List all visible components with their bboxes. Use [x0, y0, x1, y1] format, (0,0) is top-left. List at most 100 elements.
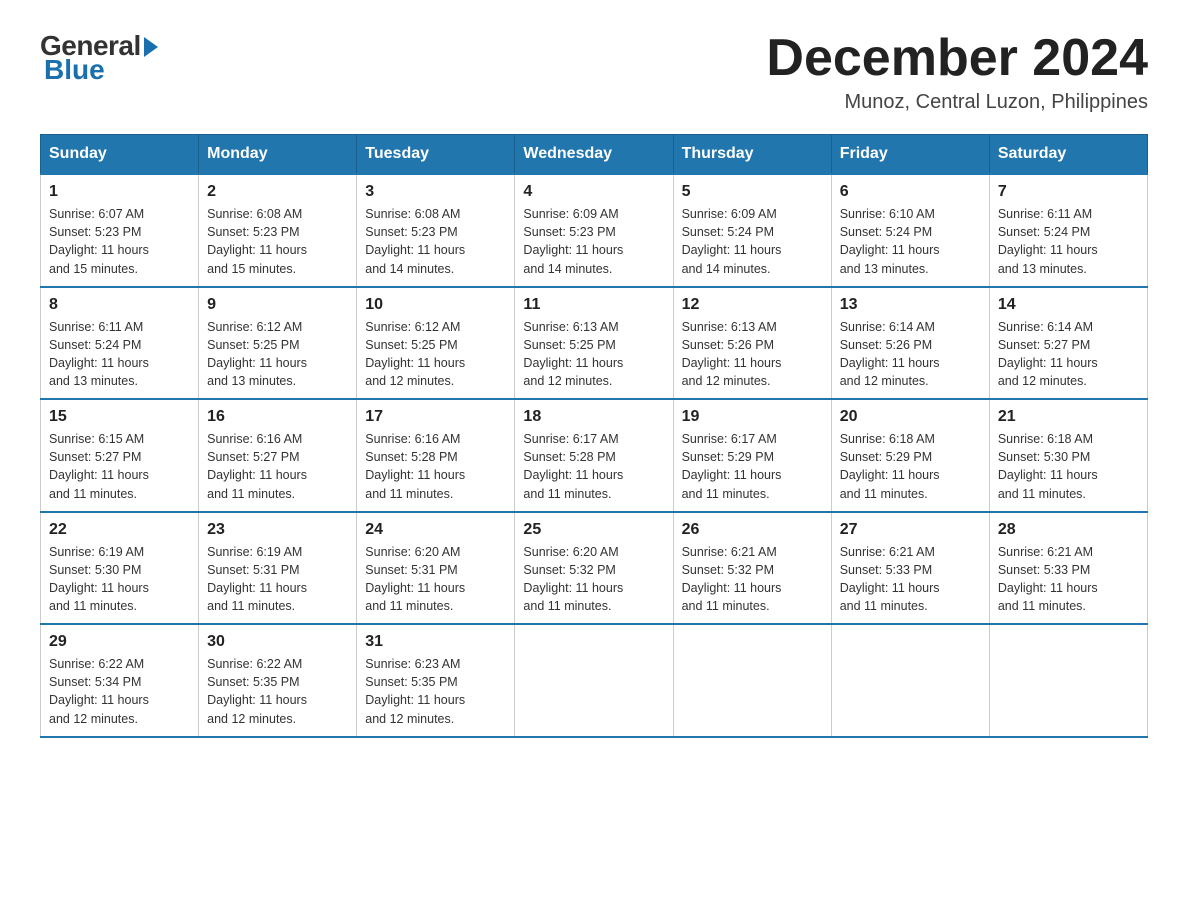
- day-number: 19: [682, 408, 823, 426]
- calendar-week-3: 15 Sunrise: 6:15 AMSunset: 5:27 PMDaylig…: [41, 399, 1148, 512]
- header-friday: Friday: [831, 135, 989, 175]
- logo-triangle-icon: [144, 37, 158, 57]
- day-number: 6: [840, 183, 981, 201]
- day-info: Sunrise: 6:09 AMSunset: 5:24 PMDaylight:…: [682, 205, 823, 278]
- calendar-cell: [673, 624, 831, 737]
- day-number: 26: [682, 521, 823, 539]
- calendar-header-row: SundayMondayTuesdayWednesdayThursdayFrid…: [41, 135, 1148, 175]
- calendar-cell: 4 Sunrise: 6:09 AMSunset: 5:23 PMDayligh…: [515, 174, 673, 287]
- day-number: 15: [49, 408, 190, 426]
- day-info: Sunrise: 6:19 AMSunset: 5:30 PMDaylight:…: [49, 543, 190, 616]
- day-info: Sunrise: 6:12 AMSunset: 5:25 PMDaylight:…: [207, 318, 348, 391]
- day-number: 4: [523, 183, 664, 201]
- day-info: Sunrise: 6:11 AMSunset: 5:24 PMDaylight:…: [998, 205, 1139, 278]
- calendar-cell: 13 Sunrise: 6:14 AMSunset: 5:26 PMDaylig…: [831, 287, 989, 400]
- day-number: 1: [49, 183, 190, 201]
- calendar-cell: 24 Sunrise: 6:20 AMSunset: 5:31 PMDaylig…: [357, 512, 515, 625]
- calendar-cell: 6 Sunrise: 6:10 AMSunset: 5:24 PMDayligh…: [831, 174, 989, 287]
- day-number: 16: [207, 408, 348, 426]
- calendar-cell: 19 Sunrise: 6:17 AMSunset: 5:29 PMDaylig…: [673, 399, 831, 512]
- day-info: Sunrise: 6:23 AMSunset: 5:35 PMDaylight:…: [365, 655, 506, 728]
- day-number: 5: [682, 183, 823, 201]
- calendar-cell: 2 Sunrise: 6:08 AMSunset: 5:23 PMDayligh…: [199, 174, 357, 287]
- header-wednesday: Wednesday: [515, 135, 673, 175]
- calendar-cell: [989, 624, 1147, 737]
- calendar-cell: 14 Sunrise: 6:14 AMSunset: 5:27 PMDaylig…: [989, 287, 1147, 400]
- calendar-week-2: 8 Sunrise: 6:11 AMSunset: 5:24 PMDayligh…: [41, 287, 1148, 400]
- day-info: Sunrise: 6:21 AMSunset: 5:33 PMDaylight:…: [840, 543, 981, 616]
- day-info: Sunrise: 6:10 AMSunset: 5:24 PMDaylight:…: [840, 205, 981, 278]
- day-number: 25: [523, 521, 664, 539]
- day-number: 7: [998, 183, 1139, 201]
- day-info: Sunrise: 6:18 AMSunset: 5:30 PMDaylight:…: [998, 430, 1139, 503]
- calendar-cell: 26 Sunrise: 6:21 AMSunset: 5:32 PMDaylig…: [673, 512, 831, 625]
- day-number: 17: [365, 408, 506, 426]
- day-number: 9: [207, 296, 348, 314]
- day-info: Sunrise: 6:14 AMSunset: 5:27 PMDaylight:…: [998, 318, 1139, 391]
- day-number: 24: [365, 521, 506, 539]
- day-number: 21: [998, 408, 1139, 426]
- day-info: Sunrise: 6:14 AMSunset: 5:26 PMDaylight:…: [840, 318, 981, 391]
- calendar-cell: 5 Sunrise: 6:09 AMSunset: 5:24 PMDayligh…: [673, 174, 831, 287]
- day-number: 2: [207, 183, 348, 201]
- calendar-cell: 12 Sunrise: 6:13 AMSunset: 5:26 PMDaylig…: [673, 287, 831, 400]
- calendar-body: 1 Sunrise: 6:07 AMSunset: 5:23 PMDayligh…: [41, 174, 1148, 737]
- day-info: Sunrise: 6:07 AMSunset: 5:23 PMDaylight:…: [49, 205, 190, 278]
- calendar-cell: 7 Sunrise: 6:11 AMSunset: 5:24 PMDayligh…: [989, 174, 1147, 287]
- header-saturday: Saturday: [989, 135, 1147, 175]
- day-number: 13: [840, 296, 981, 314]
- calendar-cell: 25 Sunrise: 6:20 AMSunset: 5:32 PMDaylig…: [515, 512, 673, 625]
- header-sunday: Sunday: [41, 135, 199, 175]
- calendar-cell: 18 Sunrise: 6:17 AMSunset: 5:28 PMDaylig…: [515, 399, 673, 512]
- calendar-cell: 30 Sunrise: 6:22 AMSunset: 5:35 PMDaylig…: [199, 624, 357, 737]
- calendar-week-4: 22 Sunrise: 6:19 AMSunset: 5:30 PMDaylig…: [41, 512, 1148, 625]
- location-subtitle: Munoz, Central Luzon, Philippines: [766, 91, 1148, 114]
- calendar-table: SundayMondayTuesdayWednesdayThursdayFrid…: [40, 134, 1148, 738]
- calendar-cell: 17 Sunrise: 6:16 AMSunset: 5:28 PMDaylig…: [357, 399, 515, 512]
- day-info: Sunrise: 6:22 AMSunset: 5:34 PMDaylight:…: [49, 655, 190, 728]
- header-tuesday: Tuesday: [357, 135, 515, 175]
- day-info: Sunrise: 6:17 AMSunset: 5:29 PMDaylight:…: [682, 430, 823, 503]
- day-number: 29: [49, 633, 190, 651]
- day-number: 28: [998, 521, 1139, 539]
- day-info: Sunrise: 6:13 AMSunset: 5:26 PMDaylight:…: [682, 318, 823, 391]
- day-info: Sunrise: 6:11 AMSunset: 5:24 PMDaylight:…: [49, 318, 190, 391]
- calendar-cell: 27 Sunrise: 6:21 AMSunset: 5:33 PMDaylig…: [831, 512, 989, 625]
- header-monday: Monday: [199, 135, 357, 175]
- calendar-cell: 23 Sunrise: 6:19 AMSunset: 5:31 PMDaylig…: [199, 512, 357, 625]
- calendar-cell: [515, 624, 673, 737]
- day-number: 18: [523, 408, 664, 426]
- calendar-week-1: 1 Sunrise: 6:07 AMSunset: 5:23 PMDayligh…: [41, 174, 1148, 287]
- calendar-cell: 9 Sunrise: 6:12 AMSunset: 5:25 PMDayligh…: [199, 287, 357, 400]
- logo: General Blue: [40, 30, 158, 86]
- calendar-cell: 31 Sunrise: 6:23 AMSunset: 5:35 PMDaylig…: [357, 624, 515, 737]
- day-info: Sunrise: 6:19 AMSunset: 5:31 PMDaylight:…: [207, 543, 348, 616]
- day-number: 22: [49, 521, 190, 539]
- day-info: Sunrise: 6:21 AMSunset: 5:32 PMDaylight:…: [682, 543, 823, 616]
- day-number: 3: [365, 183, 506, 201]
- day-info: Sunrise: 6:13 AMSunset: 5:25 PMDaylight:…: [523, 318, 664, 391]
- calendar-cell: 22 Sunrise: 6:19 AMSunset: 5:30 PMDaylig…: [41, 512, 199, 625]
- calendar-cell: 16 Sunrise: 6:16 AMSunset: 5:27 PMDaylig…: [199, 399, 357, 512]
- calendar-week-5: 29 Sunrise: 6:22 AMSunset: 5:34 PMDaylig…: [41, 624, 1148, 737]
- logo-blue-text: Blue: [44, 54, 105, 86]
- calendar-cell: 10 Sunrise: 6:12 AMSunset: 5:25 PMDaylig…: [357, 287, 515, 400]
- title-area: December 2024 Munoz, Central Luzon, Phil…: [766, 30, 1148, 114]
- calendar-cell: [831, 624, 989, 737]
- calendar-cell: 11 Sunrise: 6:13 AMSunset: 5:25 PMDaylig…: [515, 287, 673, 400]
- day-info: Sunrise: 6:16 AMSunset: 5:27 PMDaylight:…: [207, 430, 348, 503]
- page-header: General Blue December 2024 Munoz, Centra…: [40, 30, 1148, 114]
- day-number: 20: [840, 408, 981, 426]
- day-info: Sunrise: 6:20 AMSunset: 5:31 PMDaylight:…: [365, 543, 506, 616]
- month-title: December 2024: [766, 30, 1148, 87]
- calendar-cell: 20 Sunrise: 6:18 AMSunset: 5:29 PMDaylig…: [831, 399, 989, 512]
- day-number: 10: [365, 296, 506, 314]
- calendar-cell: 29 Sunrise: 6:22 AMSunset: 5:34 PMDaylig…: [41, 624, 199, 737]
- day-number: 23: [207, 521, 348, 539]
- day-number: 11: [523, 296, 664, 314]
- calendar-cell: 28 Sunrise: 6:21 AMSunset: 5:33 PMDaylig…: [989, 512, 1147, 625]
- day-info: Sunrise: 6:22 AMSunset: 5:35 PMDaylight:…: [207, 655, 348, 728]
- header-thursday: Thursday: [673, 135, 831, 175]
- calendar-cell: 8 Sunrise: 6:11 AMSunset: 5:24 PMDayligh…: [41, 287, 199, 400]
- day-number: 8: [49, 296, 190, 314]
